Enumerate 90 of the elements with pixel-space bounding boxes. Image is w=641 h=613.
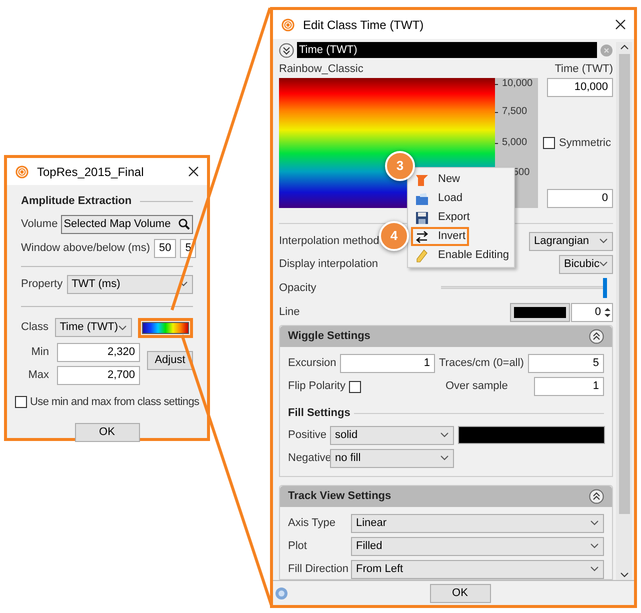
dropdown-chevron-icon bbox=[118, 324, 127, 330]
field-label: Excursion bbox=[288, 356, 336, 372]
checkbox[interactable] bbox=[15, 396, 27, 408]
scrollbar[interactable] bbox=[616, 42, 632, 580]
flag-icon bbox=[415, 172, 429, 186]
dropdown-chevron-icon bbox=[599, 238, 608, 244]
field-label: Class bbox=[21, 320, 50, 336]
ok-button[interactable]: OK bbox=[430, 584, 490, 602]
dropdown[interactable]: solid bbox=[330, 426, 454, 444]
section-heading: Fill Settings bbox=[288, 406, 350, 421]
collapse-icon[interactable] bbox=[589, 488, 604, 504]
field-label: Positive bbox=[288, 428, 326, 443]
dropdown[interactable]: no fill bbox=[330, 448, 454, 468]
field-label: Over sample bbox=[445, 379, 509, 394]
menu-item[interactable]: Load bbox=[411, 189, 514, 208]
dropdown[interactable]: Lagrangian bbox=[529, 232, 613, 250]
opacity-slider[interactable] bbox=[439, 278, 607, 298]
dropdown[interactable]: Filled bbox=[351, 536, 604, 556]
line-color-swatch[interactable] bbox=[511, 304, 569, 320]
close-icon[interactable] bbox=[615, 19, 626, 30]
input-field[interactable]: 2,320 bbox=[57, 342, 140, 362]
field-label: Traces/cm (0=all) bbox=[439, 356, 524, 372]
dropdown-chevron-icon bbox=[440, 455, 449, 461]
swap-arrows-icon bbox=[415, 230, 429, 244]
menu-item[interactable]: Export bbox=[411, 208, 514, 227]
field-label: Axis Type bbox=[288, 516, 336, 531]
field-label: Symmetric bbox=[559, 136, 611, 151]
app-logo-icon bbox=[281, 18, 295, 32]
input-field[interactable]: 2,700 bbox=[57, 366, 140, 384]
dropdown[interactable]: Time (TWT) bbox=[54, 318, 132, 337]
field-label: Flip Polarity bbox=[288, 379, 346, 394]
field-label: Line bbox=[279, 304, 300, 320]
colormap-name: Rainbow_Classic bbox=[279, 62, 364, 77]
app-logo-icon bbox=[15, 164, 29, 178]
axis-label: 5,000 bbox=[502, 137, 528, 149]
collapse-icon[interactable] bbox=[589, 329, 604, 344]
dropdown[interactable]: TWT (ms) bbox=[66, 274, 193, 294]
dropdown[interactable]: Bicubic bbox=[559, 254, 613, 274]
axis-label: 7,500 bbox=[502, 106, 528, 118]
dropdown-chevron-icon bbox=[179, 281, 188, 287]
menu-item[interactable]: Enable Editing bbox=[411, 246, 514, 265]
field-label: Use min and max from class settings bbox=[30, 394, 200, 410]
slider-thumb[interactable] bbox=[603, 278, 607, 298]
panel-header[interactable]: Wiggle Settings bbox=[280, 326, 612, 347]
field-label: Plot bbox=[288, 538, 308, 554]
section-heading: Amplitude Extraction bbox=[21, 194, 132, 209]
close-icon[interactable] bbox=[188, 166, 199, 177]
class-name-field[interactable]: Time (TWT) bbox=[297, 42, 597, 58]
field-label: Property bbox=[21, 276, 63, 292]
window-title: Edit Class Time (TWT) bbox=[303, 16, 425, 34]
dropdown-chevron-icon bbox=[440, 432, 449, 438]
input-field[interactable]: 1 bbox=[340, 354, 435, 373]
dropdown-chevron-icon bbox=[590, 566, 599, 572]
adjust-button[interactable]: Adjust bbox=[147, 350, 193, 370]
search-icon[interactable] bbox=[178, 218, 190, 230]
dropdown-chevron-icon bbox=[590, 520, 599, 526]
ok-button[interactable]: OK bbox=[74, 423, 140, 442]
input-field[interactable]: 1 bbox=[534, 377, 604, 396]
line-width-spinner[interactable]: 0 bbox=[571, 302, 613, 322]
field-label: Max bbox=[27, 368, 49, 383]
field-label: Min bbox=[30, 344, 49, 360]
field-label: Fill Direction bbox=[288, 562, 348, 577]
pencil-icon bbox=[415, 248, 429, 262]
window-title: TopRes_2015_Final bbox=[37, 164, 145, 180]
checkbox[interactable] bbox=[543, 137, 556, 149]
field-label: Volume bbox=[21, 216, 58, 232]
dropdown[interactable]: From Left bbox=[351, 560, 604, 578]
folder-icon bbox=[415, 192, 429, 206]
expand-icon[interactable] bbox=[279, 42, 294, 58]
input-field[interactable]: 10,000 bbox=[547, 78, 613, 97]
step-number-badge: 4 bbox=[379, 221, 409, 251]
panel-header[interactable]: Track View Settings bbox=[280, 486, 612, 506]
field-label: Display interpolation bbox=[279, 256, 378, 272]
volume-field[interactable]: Selected Map Volume bbox=[60, 214, 193, 234]
dropdown-chevron-icon bbox=[590, 543, 599, 549]
dropdown[interactable]: Linear bbox=[351, 514, 604, 532]
input-field[interactable]: 0 bbox=[547, 189, 613, 208]
input-field[interactable]: 5 bbox=[528, 354, 604, 373]
unit-label: Time (TWT) bbox=[554, 62, 613, 77]
axis-label: 10,000 bbox=[502, 78, 533, 90]
scrollbar-thumb[interactable] bbox=[618, 54, 630, 514]
fill-color-swatch[interactable] bbox=[459, 427, 604, 443]
menu-item[interactable]: Invert bbox=[411, 227, 469, 246]
color-scale-swatch[interactable] bbox=[142, 322, 189, 334]
input-field[interactable]: 50 bbox=[154, 238, 176, 258]
field-label: Opacity bbox=[279, 280, 318, 296]
field-label: Window above/below (ms) bbox=[21, 240, 150, 256]
checkbox[interactable] bbox=[349, 380, 362, 392]
field-label: Interpolation method bbox=[279, 234, 380, 249]
dropdown-chevron-icon bbox=[599, 261, 608, 267]
